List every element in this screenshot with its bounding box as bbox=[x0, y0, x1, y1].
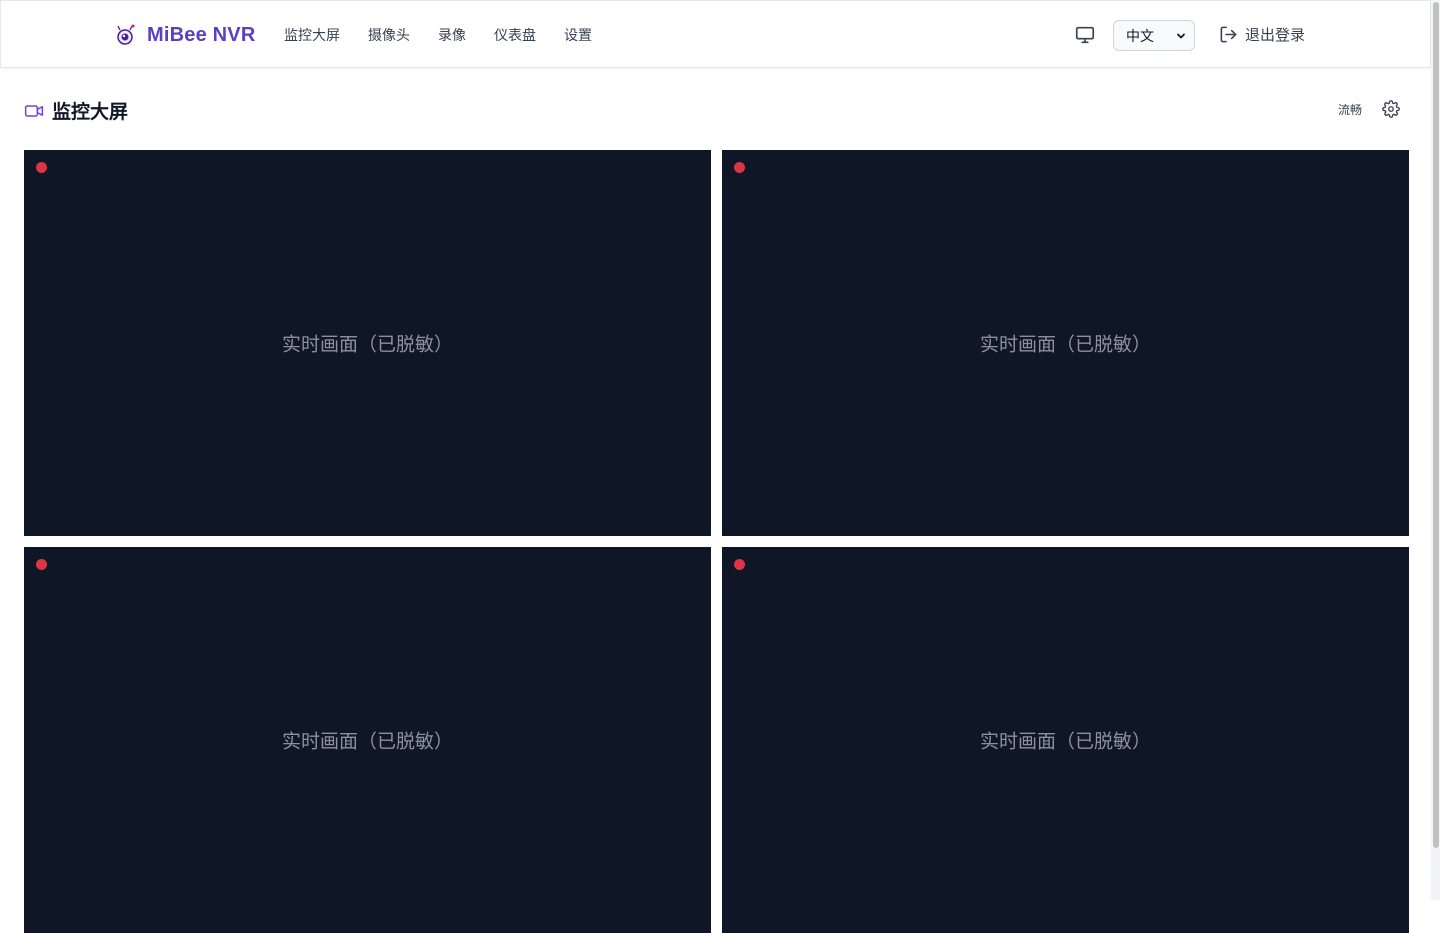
page-title: 监控大屏 bbox=[52, 101, 129, 123]
gear-icon[interactable] bbox=[1382, 100, 1400, 118]
recording-indicator bbox=[36, 559, 47, 570]
top-navbar: MiBee NVR 监控大屏 摄像头 录像 仪表盘 设置 中文 退出登录 bbox=[0, 0, 1431, 68]
logout-button[interactable]: 退出登录 bbox=[1219, 24, 1305, 45]
language-select-value: 中文 bbox=[1126, 28, 1154, 45]
recording-indicator bbox=[36, 162, 47, 173]
video-camera-icon bbox=[24, 104, 44, 117]
camera-tile[interactable]: 实时画面（已脱敏） bbox=[24, 150, 711, 536]
page-scrollbar-thumb[interactable] bbox=[1433, 2, 1439, 848]
main-nav: 监控大屏 摄像头 录像 仪表盘 设置 bbox=[284, 26, 592, 46]
camera-tile[interactable]: 实时画面（已脱敏） bbox=[722, 547, 1409, 933]
recording-indicator bbox=[734, 559, 745, 570]
logout-label: 退出登录 bbox=[1245, 26, 1306, 44]
camera-feed-placeholder: 实时画面（已脱敏） bbox=[979, 333, 1151, 356]
bee-logo-icon bbox=[117, 24, 135, 45]
chevron-down-icon bbox=[1177, 33, 1185, 39]
nav-item-recordings[interactable]: 录像 bbox=[438, 26, 466, 46]
camera-feed-placeholder: 实时画面（已脱敏） bbox=[281, 730, 453, 753]
logout-icon bbox=[1220, 26, 1237, 43]
camera-tile[interactable]: 实时画面（已脱敏） bbox=[722, 150, 1409, 536]
nav-item-settings[interactable]: 设置 bbox=[564, 26, 592, 46]
camera-tile[interactable]: 实时画面（已脱敏） bbox=[24, 547, 711, 933]
nav-item-monitor-wall[interactable]: 监控大屏 bbox=[284, 26, 340, 46]
nav-item-dashboard[interactable]: 仪表盘 bbox=[494, 26, 536, 46]
page-header: 监控大屏 bbox=[24, 97, 128, 124]
language-select[interactable]: 中文 bbox=[1113, 20, 1195, 51]
recording-indicator bbox=[734, 162, 745, 173]
camera-feed-placeholder: 实时画面（已脱敏） bbox=[979, 730, 1151, 753]
brand-name: MiBee NVR bbox=[147, 23, 256, 46]
camera-feed-placeholder: 实时画面（已脱敏） bbox=[281, 333, 453, 356]
nav-item-cameras[interactable]: 摄像头 bbox=[368, 26, 410, 46]
monitor-icon[interactable] bbox=[1074, 24, 1096, 46]
brand-link[interactable]: MiBee NVR bbox=[113, 23, 256, 47]
stream-quality-toggle[interactable]: 流畅 bbox=[1338, 101, 1362, 118]
